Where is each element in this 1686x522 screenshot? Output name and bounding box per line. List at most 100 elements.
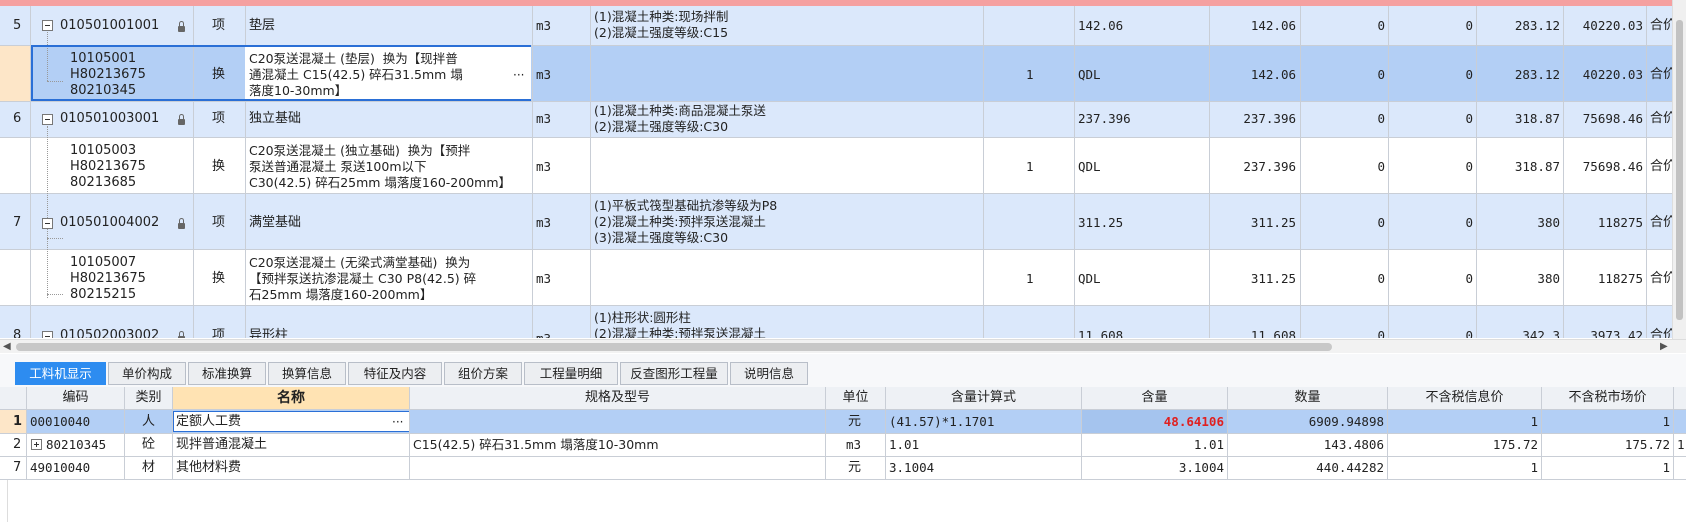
collapse-icon[interactable] — [42, 331, 53, 338]
vertical-scrollbar[interactable] — [1672, 0, 1686, 340]
item-name[interactable]: 独立基础 — [249, 111, 301, 127]
item-name[interactable]: C20泵送混凝土 (垫层) 换为【现拌普 通混凝土 C15(42.5) 碎石31… — [249, 51, 463, 99]
col-header-content[interactable]: 含量 — [1082, 387, 1228, 410]
tab-unit-price-composition[interactable]: 单价构成 — [108, 362, 186, 385]
coefficient[interactable]: 1 — [1026, 67, 1034, 83]
qty-expr[interactable]: 311.25 — [1078, 215, 1123, 231]
row-index: 7 — [13, 460, 22, 475]
item-name[interactable]: 垫层 — [249, 18, 275, 34]
material-name[interactable]: 定额人工费 — [176, 414, 241, 430]
tab-description[interactable]: 说明信息 — [730, 362, 808, 385]
tab-material-display[interactable]: 工料机显示 — [15, 362, 106, 385]
scroll-left-icon[interactable]: ◀ — [3, 341, 11, 353]
scroll-thumb[interactable] — [1676, 20, 1683, 320]
material-quantity: 440.44282 — [1316, 460, 1384, 475]
lock-icon — [178, 331, 185, 338]
material-name[interactable]: 现拌普通混凝土 — [176, 437, 267, 453]
item-code: 010502003002 — [60, 328, 160, 338]
item-name[interactable]: C20泵送混凝土 (独立基础) 换为【预拌 泵送普通混凝土 泵送100m以下 C… — [249, 143, 511, 191]
col-header-category[interactable]: 类别 — [125, 387, 173, 410]
quantity: 311.25 — [1250, 215, 1296, 230]
item-unit: m3 — [536, 67, 552, 82]
material-spec[interactable]: C15(42.5) 碎石31.5mm 塌落度10-30mm — [413, 437, 659, 453]
value-cell: 0 — [1377, 111, 1385, 126]
item-name[interactable]: 异形柱 — [249, 328, 288, 338]
total-price: 3973.42 — [1590, 328, 1643, 338]
horizontal-scrollbar[interactable]: ◀ ▶ — [0, 339, 1686, 353]
col-header-spec[interactable]: 规格及型号 — [410, 387, 826, 410]
qty-expr[interactable]: QDL — [1078, 67, 1101, 83]
more-button[interactable]: ··· — [513, 67, 524, 83]
col-header-name[interactable]: 名称 — [173, 387, 410, 410]
more-button[interactable]: ··· — [392, 414, 403, 430]
unit-price: 283.12 — [1514, 67, 1560, 82]
qty-expr[interactable]: QDL — [1078, 159, 1101, 175]
col-header-content-formula[interactable]: 含量计算式 — [886, 387, 1082, 410]
item-feature[interactable]: (1)平板式筏型基础抗渗等级为P8 (2)混凝土种类:预拌泵送混凝土 (3)混凝… — [594, 198, 777, 246]
value-cell: 0 — [1377, 67, 1385, 82]
material-category: 砼 — [142, 437, 156, 452]
item-unit: m3 — [536, 159, 552, 174]
tab-standard-conversion[interactable]: 标准换算 — [188, 362, 266, 385]
market-price[interactable]: 175.72 — [1542, 437, 1670, 453]
col-header-unit[interactable]: 单位 — [826, 387, 886, 410]
scroll-right-icon[interactable]: ▶ — [1660, 341, 1668, 353]
total-price: 75698.46 — [1582, 159, 1643, 174]
material-name[interactable]: 其他材料费 — [176, 460, 241, 476]
qty-expr[interactable]: 11.608 — [1078, 328, 1123, 338]
tab-features-content[interactable]: 特征及内容 — [348, 362, 442, 385]
row-indicator — [0, 45, 30, 101]
item-name[interactable]: 满堂基础 — [249, 215, 301, 231]
item-unit: m3 — [536, 331, 551, 338]
col-header-quantity[interactable]: 数量 — [1228, 387, 1388, 410]
collapse-icon[interactable] — [42, 20, 53, 31]
item-code: 10105007 H80213675 80215215 — [70, 255, 146, 302]
qty-expr[interactable]: QDL — [1078, 271, 1101, 287]
collapse-icon[interactable] — [42, 218, 53, 229]
unit-price: 380 — [1537, 215, 1560, 230]
tab-quantity-detail[interactable]: 工程量明细 — [524, 362, 618, 385]
item-name[interactable]: C20泵送混凝土 (无梁式满堂基础) 换为 【预拌泵送抗渗混凝土 C30 P8(… — [249, 255, 476, 303]
content-formula[interactable]: (41.57)*1.1701 — [889, 414, 994, 430]
item-type: 项 — [212, 328, 226, 338]
market-price[interactable]: 1 — [1542, 460, 1670, 476]
item-type: 项 — [212, 215, 226, 230]
material-code: 00010040 — [30, 414, 91, 429]
bill-grid[interactable]: 5 010501001001 项 垫层 m3 (1)混凝土种类:现场拌制 (2)… — [0, 6, 1672, 338]
material-quantity: 6909.94898 — [1308, 414, 1384, 429]
value-cell: 0 — [1465, 18, 1473, 33]
quantity: 237.396 — [1243, 111, 1296, 126]
qty-expr[interactable]: 237.396 — [1078, 111, 1131, 127]
scroll-thumb[interactable] — [16, 343, 1332, 351]
value-cell: 0 — [1377, 215, 1385, 230]
content-formula[interactable]: 3.1004 — [889, 460, 934, 476]
expand-icon[interactable] — [31, 439, 42, 450]
content-value[interactable]: 1.01 — [1082, 437, 1224, 453]
tab-reverse-lookup[interactable]: 反查图形工程量 — [620, 362, 728, 385]
content-formula[interactable]: 1.01 — [889, 437, 919, 453]
col-header-info-price[interactable]: 不含税信息价 — [1388, 387, 1542, 410]
item-unit: m3 — [536, 215, 552, 230]
col-header-code[interactable]: 编码 — [27, 387, 125, 410]
coefficient[interactable]: 1 — [1026, 271, 1034, 287]
item-code: 010501001001 — [60, 18, 160, 33]
coefficient[interactable]: 1 — [1026, 159, 1034, 175]
item-feature[interactable]: (1)混凝土种类:现场拌制 (2)混凝土强度等级:C15 — [594, 9, 728, 41]
item-feature[interactable]: (1)混凝土种类:商品混凝土泵送 (2)混凝土强度等级:C30 — [594, 103, 766, 135]
material-unit: 元 — [848, 460, 862, 475]
content-value[interactable]: 48.64106 — [1082, 414, 1224, 430]
value-cell: 0 — [1465, 271, 1473, 286]
market-price[interactable]: 1 — [1542, 414, 1670, 430]
tab-conversion-info[interactable]: 换算信息 — [268, 362, 346, 385]
row-number: 6 — [13, 111, 22, 126]
tab-pricing-scheme[interactable]: 组价方案 — [444, 362, 522, 385]
item-feature[interactable]: (1)柱形状:圆形柱 (2)混凝土种类:预拌泵送混凝土 — [594, 310, 766, 338]
content-value[interactable]: 3.1004 — [1082, 460, 1224, 476]
col-header-market-price[interactable]: 不含税市场价 — [1542, 387, 1674, 410]
collapse-icon[interactable] — [42, 114, 53, 125]
qty-expr[interactable]: 142.06 — [1078, 18, 1123, 34]
value-cell: 0 — [1377, 18, 1385, 33]
row-number: 5 — [13, 18, 22, 33]
item-type: 换 — [212, 67, 226, 82]
total-price: 40220.03 — [1582, 67, 1643, 82]
